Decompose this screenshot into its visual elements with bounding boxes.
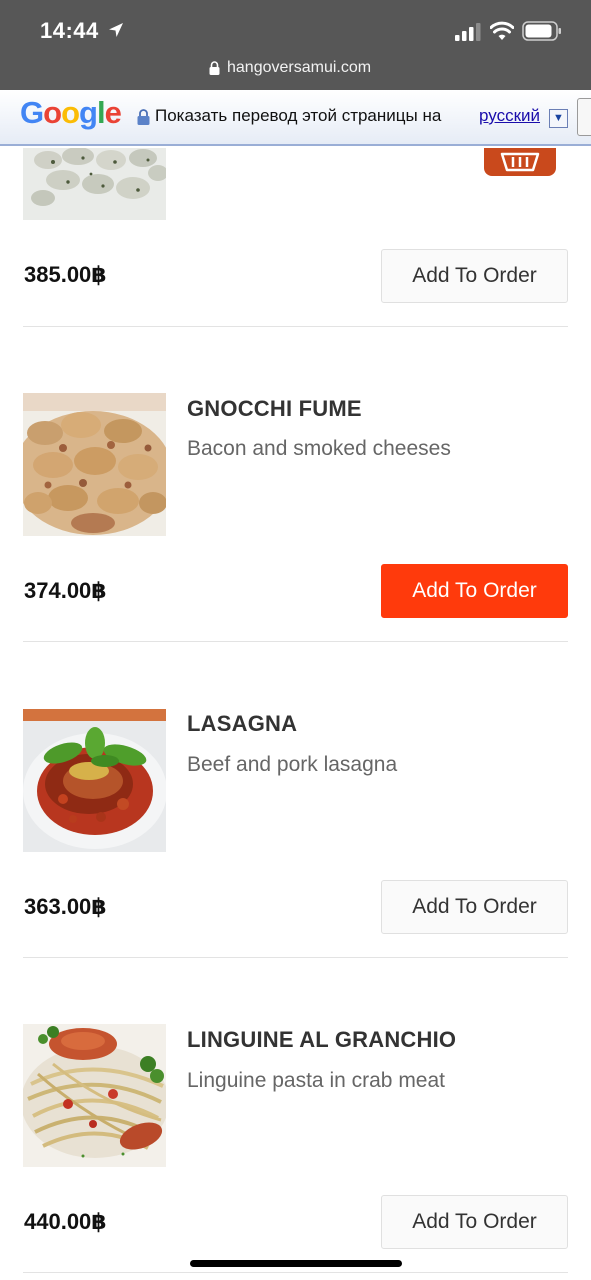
- wifi-icon: [490, 21, 514, 40]
- menu-list: 385.00฿ Add To Order GNOCCHI FUME Bacon …: [0, 148, 591, 1280]
- item-price: 440.00฿: [24, 1209, 107, 1234]
- location-arrow-icon: [109, 23, 123, 37]
- translate-language-link[interactable]: русский: [479, 106, 540, 126]
- cell-signal-icon: [455, 23, 481, 41]
- item-description: Linguine pasta in crab meat: [187, 1069, 445, 1092]
- status-bar: 14:44: [0, 0, 591, 56]
- add-to-order-button[interactable]: Add To Order: [381, 880, 568, 934]
- battery-icon: [522, 21, 561, 41]
- item-divider: [23, 957, 568, 958]
- item-price: 385.00฿: [24, 262, 107, 287]
- item-name: LASAGNA: [187, 711, 298, 736]
- browser-url-bar[interactable]: hangoversamui.com: [0, 56, 591, 90]
- add-to-order-button[interactable]: Add To Order: [381, 564, 568, 618]
- item-description: Beef and pork lasagna: [187, 753, 398, 776]
- item-description: Bacon and smoked cheeses: [187, 437, 451, 460]
- add-to-order-button[interactable]: Add To Order: [381, 249, 568, 303]
- translate-options-button[interactable]: [577, 98, 591, 136]
- lock-icon: [209, 61, 220, 75]
- linguine-al-granchio-photo: [23, 1024, 166, 1167]
- status-time: 14:44: [40, 18, 99, 43]
- previous-item-photo: [23, 148, 166, 220]
- lasagna-photo: [23, 709, 166, 852]
- translate-prompt: Показать перевод этой страницы на: [155, 106, 442, 125]
- item-name: LINGUINE AL GRANCHIO: [187, 1027, 457, 1052]
- item-divider: [23, 326, 568, 327]
- item-name: GNOCCHI FUME: [187, 396, 362, 421]
- item-divider: [23, 641, 568, 642]
- lock-icon: [137, 109, 150, 125]
- add-to-order-button[interactable]: Add To Order: [381, 1195, 568, 1249]
- google-logo: Google: [20, 95, 122, 130]
- language-dropdown-button[interactable]: ▼: [549, 109, 568, 128]
- basket-icon[interactable]: [484, 148, 556, 176]
- item-divider: [23, 1272, 568, 1273]
- item-price: 374.00฿: [24, 578, 107, 603]
- home-indicator[interactable]: [190, 1260, 402, 1267]
- gnocchi-fume-photo: [23, 393, 166, 536]
- item-price: 363.00฿: [24, 894, 107, 919]
- google-translate-bar: Google Показать перевод этой страницы на…: [0, 90, 591, 146]
- url-text[interactable]: hangoversamui.com: [227, 59, 371, 77]
